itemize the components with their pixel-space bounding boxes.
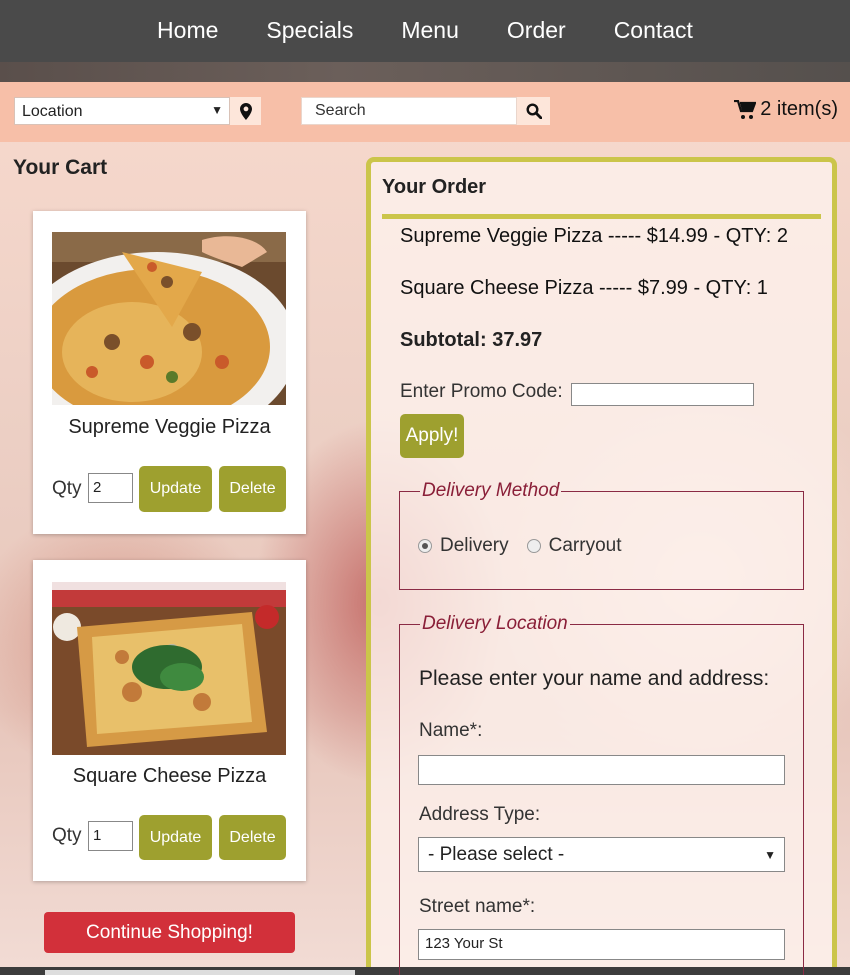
update-button[interactable]: Update [139,466,212,512]
name-label: Name*: [419,720,483,741]
promo-code-input[interactable] [571,383,754,406]
radio-carryout-label[interactable]: Carryout [549,535,622,557]
name-input[interactable] [418,755,785,785]
location-select-value: Location [22,103,83,120]
cart-item-title: Square Cheese Pizza [72,765,267,787]
search-placeholder: Search [315,102,366,119]
main-nav: Home Specials Menu Order Contact [0,0,850,62]
order-line-item: Supreme Veggie Pizza ----- $14.99 - QTY:… [400,225,788,247]
nav-contact[interactable]: Contact [614,17,693,44]
address-prompt: Please enter your name and address: [419,667,770,690]
nav-home[interactable]: Home [157,17,218,44]
address-type-label: Address Type: [419,804,541,825]
delivery-method-legend: Delivery Method [422,480,560,501]
qty-label: Qty [52,825,82,846]
qty-input[interactable]: 1 [88,821,133,851]
radio-delivery-label[interactable]: Delivery [440,535,509,557]
cart-count: 2 item(s) [760,98,838,120]
cart-item-card: Square Cheese Pizza Qty 1 Update Delete [33,560,306,881]
delete-button[interactable]: Delete [219,815,286,860]
street-input[interactable]: 123 Your St [418,929,785,960]
update-button[interactable]: Update [139,815,212,860]
dropdown-arrow-icon: ▼ [764,848,776,862]
delivery-location-legend: Delivery Location [422,613,568,634]
order-divider [382,214,821,219]
order-line-item: Square Cheese Pizza ----- $7.99 - QTY: 1 [400,277,768,299]
cart-item-title: Supreme Veggie Pizza [68,416,271,438]
search-input[interactable]: Search [301,97,517,125]
delete-button[interactable]: Delete [219,466,286,512]
dropdown-arrow-icon: ▼ [211,103,223,117]
pizza-image [52,232,286,405]
promo-code-label: Enter Promo Code: [400,381,563,402]
nav-order[interactable]: Order [507,17,566,44]
apply-promo-button[interactable]: Apply! [400,414,464,458]
radio-carryout[interactable] [526,539,541,553]
cart-heading: Your Cart [13,156,108,179]
continue-shopping-button[interactable]: Continue Shopping! [44,912,295,953]
street-label: Street name*: [419,896,536,917]
magnifier-icon[interactable] [517,97,550,125]
radio-delivery[interactable] [418,539,432,553]
hero-strip [0,62,850,82]
cart-item-card: Supreme Veggie Pizza Qty 2 Update Delete [33,211,306,534]
address-type-value: - Please select - [428,844,565,865]
nav-menu[interactable]: Menu [401,17,459,44]
pizza-image [52,582,286,755]
map-marker-icon[interactable] [230,97,261,125]
order-subtotal: Subtotal: 37.97 [400,329,543,351]
shopping-cart-icon [734,99,757,119]
qty-label: Qty [52,478,82,499]
address-type-select[interactable]: - Please select - ▼ [418,837,785,872]
location-select[interactable]: Location ▼ [14,97,230,125]
cart-indicator[interactable]: 2 item(s) [734,98,838,121]
qty-input[interactable]: 2 [88,473,133,503]
nav-specials[interactable]: Specials [266,17,353,44]
delivery-method-options: Delivery Carryout [418,535,621,557]
order-heading: Your Order [382,176,487,198]
